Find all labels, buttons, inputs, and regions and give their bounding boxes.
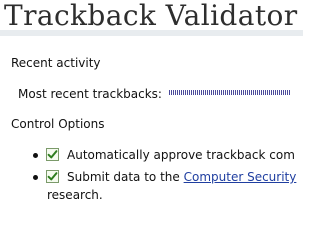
title-divider [0,30,303,36]
submit-data-label: Submit data to the Computer Security [67,169,296,185]
most-recent-trackbacks-row: Most recent trackbacks: [18,86,290,102]
checkmark-icon [47,150,58,159]
bullet-icon [33,175,38,180]
most-recent-trackbacks-label: Most recent trackbacks: [18,87,162,101]
submit-data-label-continued: research. [47,188,103,202]
trackback-activity-sparkline [168,89,290,95]
trackback-validator-panel: Trackback Validator Recent activity Most… [0,0,303,231]
auto-approve-label: Automatically approve trackback com [67,148,295,162]
bullet-icon [33,153,38,158]
control-options-list: Automatically approve trackback com Subm… [0,147,303,209]
control-options-heading: Control Options [11,117,105,131]
submit-data-text: Submit data to the [67,170,184,184]
checkmark-icon [47,172,58,181]
computer-security-link[interactable]: Computer Security [184,170,297,184]
option-auto-approve: Automatically approve trackback com [0,147,303,169]
recent-activity-heading: Recent activity [11,56,101,70]
submit-data-checkbox[interactable] [46,170,59,183]
auto-approve-checkbox[interactable] [46,148,59,161]
option-submit-data: Submit data to the Computer Security res… [0,169,303,209]
